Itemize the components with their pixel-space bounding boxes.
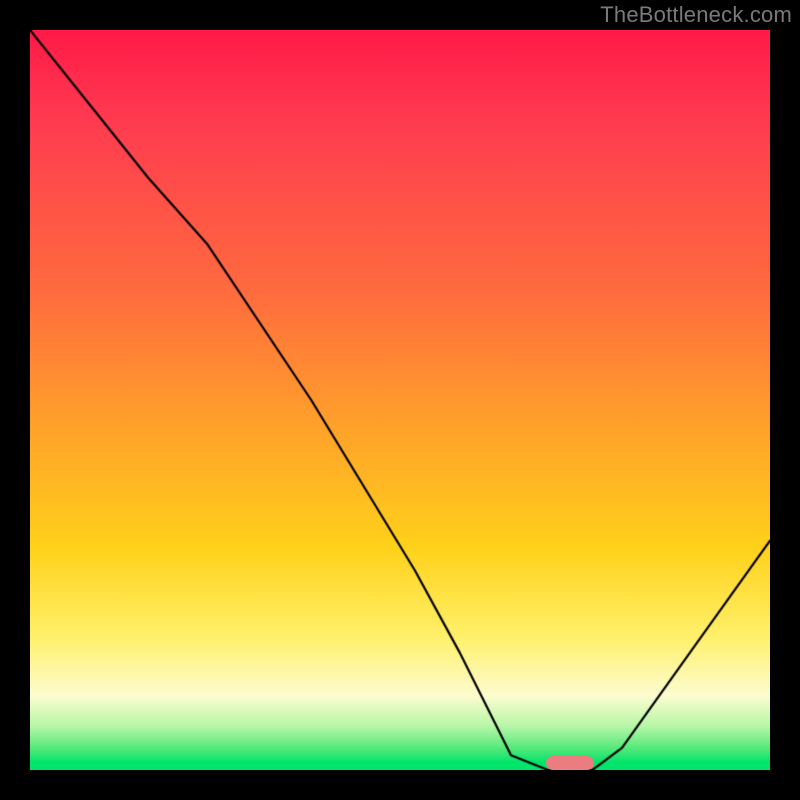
curve-line: [30, 30, 770, 770]
watermark-text: TheBottleneck.com: [600, 2, 792, 28]
optimal-marker: [546, 756, 594, 770]
chart-container: TheBottleneck.com: [0, 0, 800, 800]
plot-area: [30, 30, 770, 770]
